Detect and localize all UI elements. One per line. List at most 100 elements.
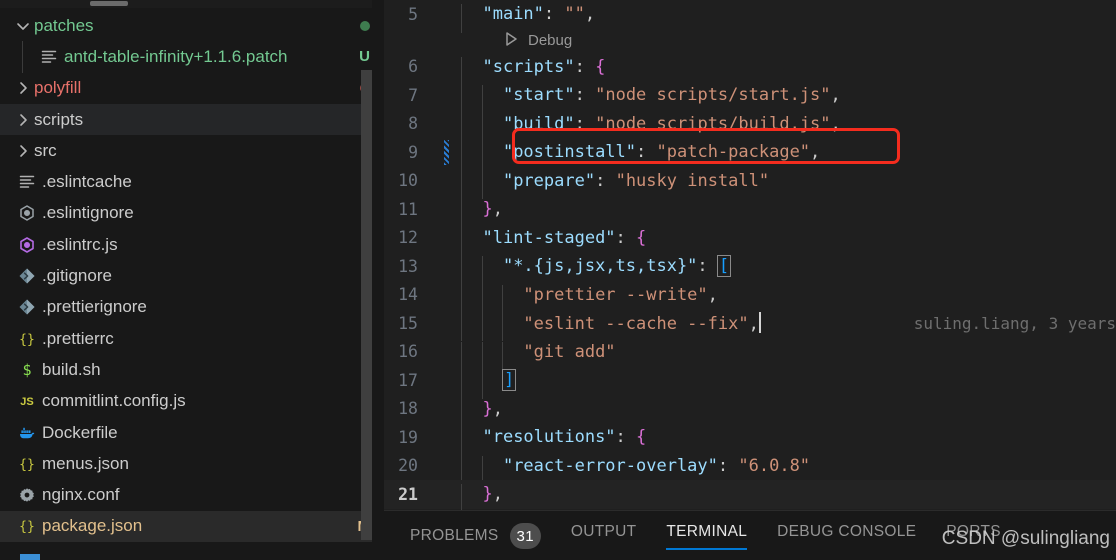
line-number: 8: [408, 114, 418, 134]
file-tree-item-nginx-conf[interactable]: nginx.conf: [0, 479, 384, 510]
code-tokens: ]: [462, 369, 517, 392]
file-tree-item-antd-table-infinity-1-1-6-patch[interactable]: antd-table-infinity+1.1.6.patch U: [0, 41, 384, 73]
code-line[interactable]: 11 },: [384, 195, 1116, 228]
code-tokens: "postinstall": "patch-package",: [462, 142, 820, 162]
code-line-text: ]: [440, 369, 1116, 399]
file-tree-item-scripts[interactable]: scripts: [0, 103, 384, 136]
json-brace: }: [482, 484, 493, 505]
docker-whale-icon: [12, 424, 42, 442]
code-viewport[interactable]: 5 "main": "", Debug 6 "scripts": {7 "start…: [384, 0, 1116, 510]
line-number: 16: [398, 342, 418, 362]
code-line[interactable]: 7 "start": "node scripts/start.js",: [384, 81, 1116, 114]
code-tokens: "eslint --cache --fix",: [462, 314, 758, 334]
sidebar-top-sliver: [0, 0, 384, 8]
code-line-text: "prepare": "husky install": [440, 170, 1116, 200]
panel-tab-label: TERMINAL: [666, 523, 748, 540]
file-tree-item--prettierrc[interactable]: {} .prettierrc: [0, 323, 384, 354]
code-line[interactable]: 12 "lint-staged": {: [384, 224, 1116, 257]
code-line[interactable]: 10 "prepare": "husky install": [384, 167, 1116, 200]
file-tree-item--eslintrc-js[interactable]: .eslintrc.js: [0, 229, 384, 260]
json-string: "6.0.8": [738, 455, 811, 476]
gear-icon: [12, 486, 42, 504]
file-tree-item-src[interactable]: src: [0, 135, 384, 166]
line-number: 10: [398, 171, 418, 191]
file-tree-item--eslintcache[interactable]: .eslintcache: [0, 166, 384, 197]
json-punct: ,: [830, 85, 841, 106]
file-tree-item-label: commitlint.config.js: [42, 391, 186, 411]
panel-tab-list[interactable]: PROBLEMS 31 OUTPUT TERMINAL DEBUG CONSOLE POR…: [410, 523, 1031, 558]
code-tokens: "lint-staged": {: [462, 228, 646, 248]
code-line-text: "build": "node scripts/build.js",: [440, 113, 1116, 143]
file-tree-item-menus-json[interactable]: {} menus.json: [0, 448, 384, 479]
panel-tab-terminal[interactable]: TERMINAL: [666, 523, 747, 550]
file-tree-item-polyfill[interactable]: polyfill: [0, 73, 384, 104]
json-key: "main": [482, 4, 544, 25]
code-line[interactable]: 20 "react-error-overlay": "6.0.8": [384, 452, 1116, 485]
chevron-right-icon[interactable]: [12, 142, 34, 160]
file-tree-item--prettierignore[interactable]: .prettierignore: [0, 292, 384, 323]
panel-tab-debug-console[interactable]: DEBUG CONSOLE: [777, 523, 916, 550]
file-tree-item-label: src: [34, 140, 57, 160]
json-key: "postinstall": [502, 142, 637, 163]
sliver-pill: [90, 1, 128, 6]
json-key: "lint-staged": [482, 227, 616, 248]
code-line-text: },: [440, 484, 1116, 510]
json-braces-icon: {}: [12, 517, 42, 535]
play-icon: [502, 30, 520, 51]
file-tree-item-commitlint-config-js[interactable]: JS commitlint.config.js: [0, 386, 384, 417]
code-line[interactable]: 14 "prettier --write",: [384, 281, 1116, 314]
json-brace: }: [482, 199, 493, 220]
file-tree-item-patches[interactable]: patches: [0, 10, 384, 41]
code-tokens: "main": "",: [462, 4, 595, 24]
line-number: 19: [398, 427, 418, 447]
line-number: 21: [398, 484, 418, 504]
editor-area[interactable]: 5 "main": "", Debug 6 "scripts": {7 "start…: [384, 0, 1116, 560]
git-diamond-icon: [12, 298, 42, 316]
code-line[interactable]: 18 },: [384, 395, 1116, 428]
code-line[interactable]: 17 ]: [384, 366, 1116, 399]
panel-tab-problems[interactable]: PROBLEMS 31: [410, 523, 541, 558]
code-line[interactable]: 6 "scripts": {: [384, 53, 1116, 86]
explorer-sidebar[interactable]: patches antd-table-infinity+1.1.6.patch Up…: [0, 0, 384, 560]
chevron-right-icon[interactable]: [12, 111, 34, 129]
json-string: "git add": [523, 341, 616, 362]
watermark-text: CSDN @sulingliang: [941, 528, 1110, 549]
lines-file-icon: [12, 173, 42, 191]
line-number: 15: [398, 313, 418, 333]
line-number: 14: [398, 285, 418, 305]
code-tokens: "*.{js,jsx,ts,tsx}": [: [462, 255, 732, 278]
code-line[interactable]: 21 },: [384, 480, 1116, 510]
file-tree-item--gitignore[interactable]: .gitignore: [0, 260, 384, 291]
json-punct: :: [636, 142, 647, 163]
json-bracket: ]: [501, 369, 517, 392]
code-line[interactable]: 5 "main": "",: [384, 0, 1116, 33]
code-line[interactable]: 16 "git add": [384, 338, 1116, 371]
code-line-text: "git add": [440, 341, 1116, 371]
code-line[interactable]: 9 "postinstall": "patch-package",: [384, 138, 1116, 171]
file-tree-item-dockerfile[interactable]: Dockerfile: [0, 417, 384, 448]
json-key: "prepare": [502, 170, 596, 191]
chevron-down-icon[interactable]: [12, 17, 34, 35]
file-tree-item-build-sh[interactable]: $ build.sh: [0, 354, 384, 385]
sidebar-scrollbar[interactable]: [361, 70, 372, 540]
chevron-right-icon[interactable]: [12, 79, 34, 97]
file-tree-item-label: .eslintrc.js: [42, 234, 118, 254]
code-line[interactable]: 13 "*.{js,jsx,ts,tsx}": [: [384, 252, 1116, 285]
file-tree-item--eslintignore[interactable]: .eslintignore: [0, 198, 384, 229]
debug-codelens[interactable]: Debug: [384, 29, 1116, 53]
code-line[interactable]: 19 "resolutions": {: [384, 423, 1116, 456]
sidebar-right-edge: [372, 0, 384, 560]
code-line[interactable]: 15 suling.liang, 3 years "eslint --cache …: [384, 309, 1116, 341]
code-line[interactable]: 8 "build": "node scripts/build.js",: [384, 110, 1116, 143]
file-tree[interactable]: patches antd-table-infinity+1.1.6.patch Up…: [0, 10, 384, 543]
code-tokens: },: [462, 399, 503, 419]
file-tree-item-package-json[interactable]: {}package.jsonM: [0, 510, 384, 543]
json-key: "start": [502, 85, 575, 106]
file-tree-item-label: .eslintignore: [42, 203, 134, 223]
panel-tab-output[interactable]: OUTPUT: [571, 523, 637, 550]
